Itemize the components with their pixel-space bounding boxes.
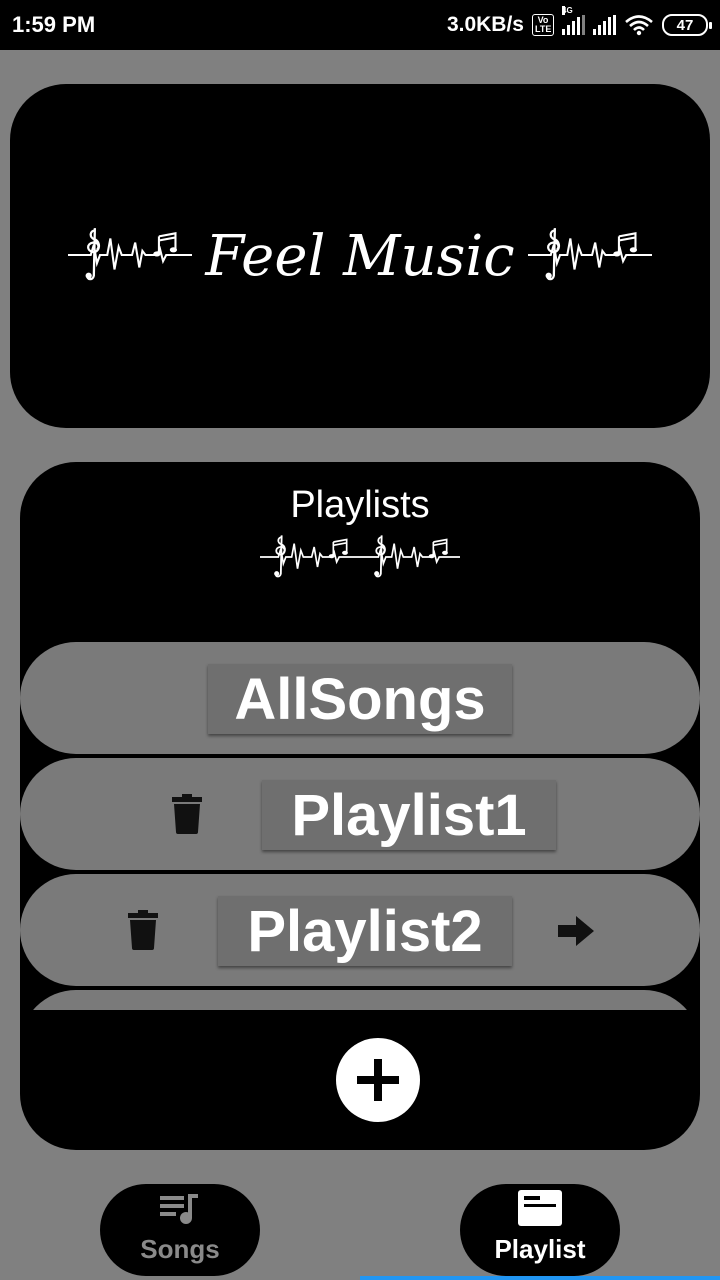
nav-songs-tab[interactable]: Songs xyxy=(100,1184,260,1276)
nav-playlist-tab[interactable]: Playlist xyxy=(460,1184,620,1276)
trash-icon[interactable] xyxy=(172,794,202,834)
playlists-card: Playlists AllSongs Playlist1 Playlist2 xyxy=(20,462,700,1150)
network-type: 4G xyxy=(562,6,573,15)
status-bar: 1:59 PM 3.0KB/s Vo LTE 4G 47 xyxy=(0,0,720,50)
playlist-name-button[interactable]: Playlist2 xyxy=(218,896,512,966)
status-time: 1:59 PM xyxy=(12,12,96,37)
playlist-music-icon xyxy=(160,1194,198,1224)
status-indicators: 3.0KB/s Vo LTE 4G 47 xyxy=(446,6,712,40)
music-heartbeat-icon-small-right xyxy=(360,532,460,582)
playlist-name-button[interactable]: Playlist1 xyxy=(262,780,556,850)
playlist-row-playlist1[interactable]: Playlist1 xyxy=(20,758,700,870)
volte-badge: Vo LTE xyxy=(532,14,554,36)
playlists-title: Playlists xyxy=(290,484,430,526)
music-heartbeat-icon-right xyxy=(528,224,652,286)
playlist-row-playlist2[interactable]: Playlist2 xyxy=(20,874,700,986)
network-speed: 3.0KB/s xyxy=(446,13,524,36)
active-tab-indicator xyxy=(360,1276,720,1280)
arrow-right-icon[interactable] xyxy=(558,916,594,946)
header-banner: Feel Music xyxy=(10,84,710,428)
trash-icon[interactable] xyxy=(128,910,158,950)
battery-level: 47 xyxy=(676,16,694,34)
plus-icon xyxy=(357,1059,399,1101)
music-heartbeat-icon-small-left xyxy=(260,532,360,582)
nav-songs-label: Songs xyxy=(140,1234,220,1264)
playlist-row-allsongs[interactable]: AllSongs xyxy=(20,642,700,754)
add-playlist-button[interactable] xyxy=(336,1038,420,1122)
playlist-list[interactable]: AllSongs Playlist1 Playlist2 xyxy=(20,642,700,1010)
album-card-icon xyxy=(518,1190,562,1226)
nav-playlist-label: Playlist xyxy=(494,1234,586,1264)
cellular-signal-icon-2 xyxy=(593,15,616,35)
cellular-signal-icon: 4G xyxy=(562,6,585,35)
playlist-name-button[interactable]: AllSongs xyxy=(208,664,512,734)
battery-icon: 47 xyxy=(662,14,712,36)
playlist-row-partial[interactable] xyxy=(20,990,700,1010)
wifi-icon xyxy=(625,15,653,36)
